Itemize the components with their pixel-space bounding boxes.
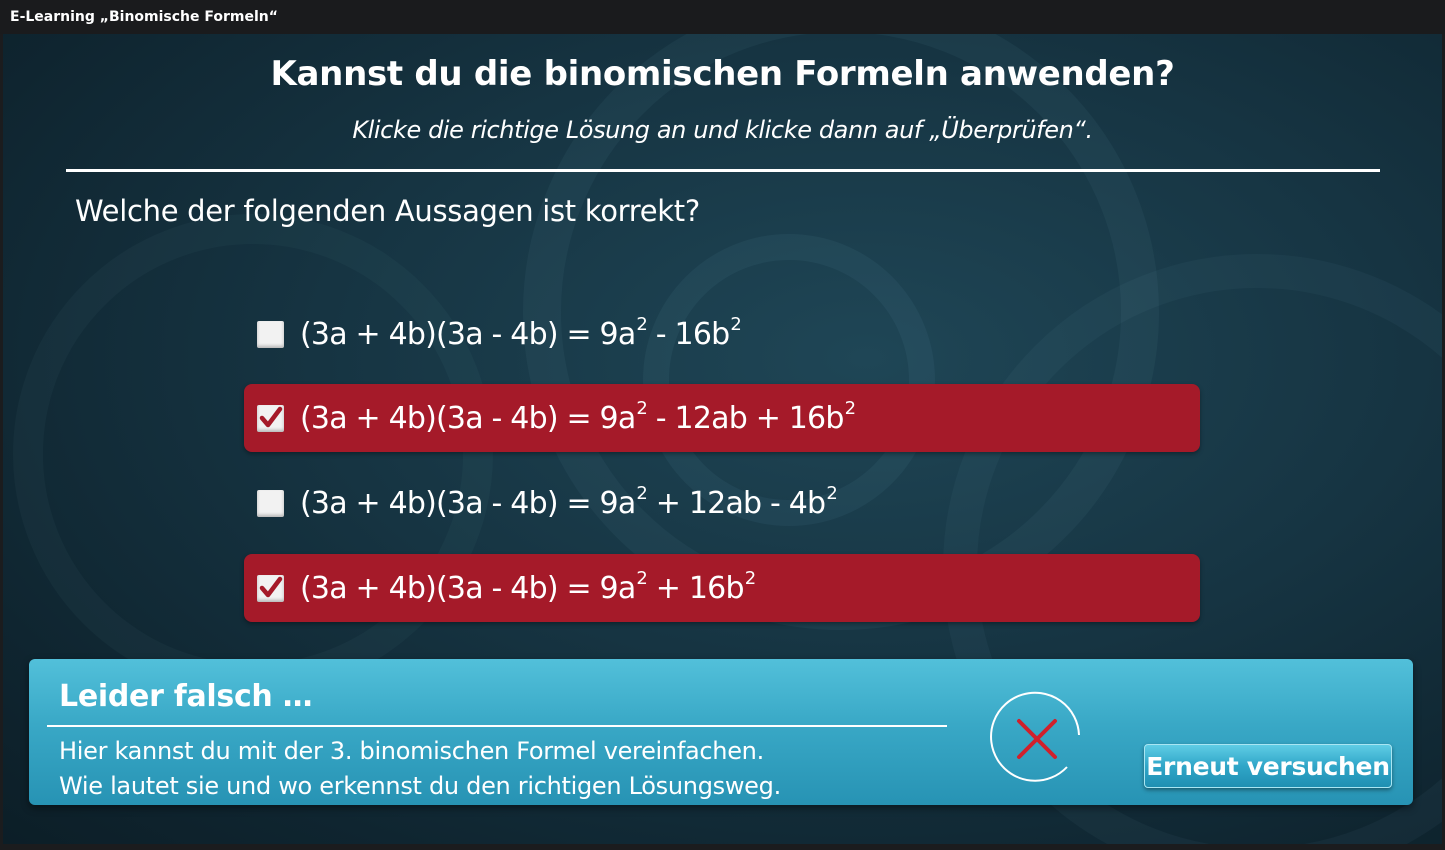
answer-checkbox-3[interactable] [257,490,284,517]
answer-text-1: (3a + 4b)(3a - 4b) = 9a2 - 16b2 [300,314,742,352]
x-mark-circle-icon [990,691,1080,782]
answer-option-2[interactable]: (3a + 4b)(3a - 4b) = 9a2 - 12ab + 16b2 [244,384,1200,452]
answer-text-3: (3a + 4b)(3a - 4b) = 9a2 + 12ab - 4b2 [300,483,838,521]
answer-checkbox-2[interactable] [257,405,284,432]
slide-subtitle: Klicke die richtige Lösung an und klicke… [352,116,1093,144]
window-titlebar: E-Learning „Binomische Formeln“ [0,0,1445,34]
answer-option-3[interactable]: (3a + 4b)(3a - 4b) = 9a2 + 12ab - 4b2 [244,469,1200,537]
answer-checkbox-4[interactable] [257,575,284,602]
checkmark-icon [259,406,283,428]
question-text: Welche der folgenden Aussagen ist korrek… [75,194,700,228]
answer-option-4[interactable]: (3a + 4b)(3a - 4b) = 9a2 + 16b2 [244,554,1200,622]
retry-button[interactable]: Erneut versuchen [1144,744,1392,788]
answer-option-1[interactable]: (3a + 4b)(3a - 4b) = 9a2 - 16b2 [244,300,1200,368]
header-divider [66,169,1380,172]
answer-text-4: (3a + 4b)(3a - 4b) = 9a2 + 16b2 [300,568,756,606]
feedback-divider [47,725,947,727]
quiz-slide: Kannst du die binomischen Formeln anwend… [3,34,1442,844]
answer-checkbox-1[interactable] [257,321,284,348]
slide-title: Kannst du die binomischen Formeln anwend… [270,54,1175,94]
feedback-text-line-2: Wie lautet sie und wo erkennst du den ri… [59,772,781,800]
app-window: E-Learning „Binomische Formeln“ Kannst d… [0,0,1445,850]
checkmark-icon [259,576,283,598]
feedback-text-line-1: Hier kannst du mit der 3. binomischen Fo… [59,737,764,765]
window-title: E-Learning „Binomische Formeln“ [10,9,278,25]
feedback-panel: Leider falsch … Hier kannst du mit der 3… [29,659,1413,805]
feedback-title: Leider falsch … [59,679,313,714]
answer-text-2: (3a + 4b)(3a - 4b) = 9a2 - 12ab + 16b2 [300,398,856,436]
